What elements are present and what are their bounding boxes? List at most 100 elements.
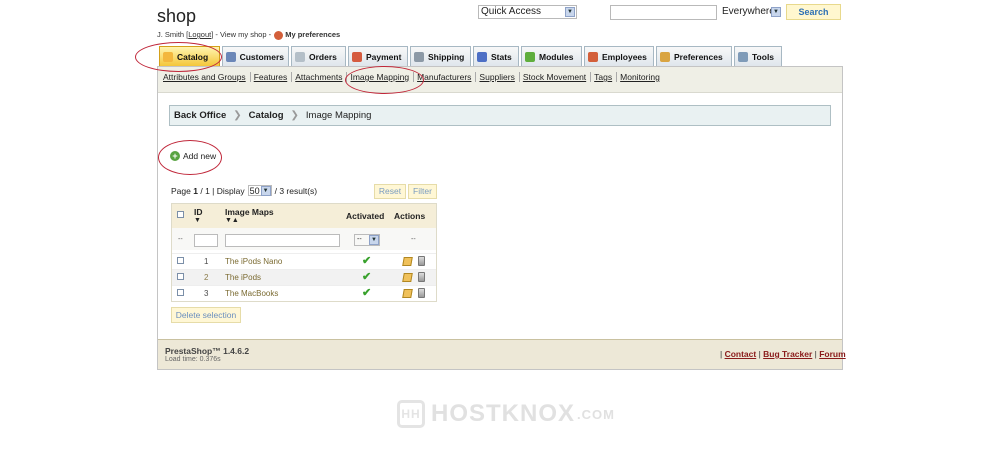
tab-label: Preferences: [674, 51, 723, 62]
submenu-features[interactable]: Features: [254, 72, 293, 82]
submenu-suppliers[interactable]: Suppliers: [479, 72, 520, 82]
sort-desc-icon[interactable]: ▼: [194, 217, 201, 224]
main-tabs: Catalog Customers Orders Payment Shippin…: [159, 46, 784, 66]
forum-link[interactable]: Forum: [819, 349, 845, 359]
stats-icon: [477, 51, 487, 62]
tab-preferences[interactable]: Preferences: [656, 46, 732, 66]
my-preferences-link[interactable]: My preferences: [285, 30, 340, 39]
payment-icon: [352, 51, 362, 62]
column-activated: Activated: [346, 211, 385, 221]
row-checkbox[interactable]: [177, 273, 184, 280]
tab-label: Orders: [309, 51, 337, 62]
page-label: Page: [171, 185, 191, 196]
edit-icon[interactable]: [402, 289, 413, 298]
delete-icon[interactable]: [418, 256, 425, 266]
check-icon[interactable]: ✔: [362, 286, 371, 299]
tab-label: Shipping: [428, 51, 465, 62]
check-icon[interactable]: ✔: [362, 254, 371, 267]
page-current: 1: [193, 185, 198, 196]
filter-button[interactable]: Filter: [408, 184, 437, 199]
delete-icon[interactable]: [418, 272, 425, 282]
results-count: / 3 result(s): [274, 185, 318, 196]
tab-stats[interactable]: Stats: [473, 46, 519, 66]
submenu-monitoring[interactable]: Monitoring: [620, 72, 664, 82]
tab-customers[interactable]: Customers: [222, 46, 289, 66]
submenu-attributes-groups[interactable]: Attributes and Groups: [163, 72, 251, 82]
submenu-tags[interactable]: Tags: [594, 72, 618, 82]
tab-payment[interactable]: Payment: [348, 46, 408, 66]
edit-icon[interactable]: [402, 257, 413, 266]
employees-icon: [588, 51, 598, 62]
submenu-attachments[interactable]: Attachments: [295, 72, 348, 82]
reset-button[interactable]: Reset: [374, 184, 406, 199]
puzzle-icon: [525, 51, 535, 62]
tab-orders[interactable]: Orders: [291, 46, 346, 66]
column-image-maps: Image Maps: [225, 207, 274, 217]
id-filter-input[interactable]: [194, 234, 218, 247]
load-time: Load time: 0.376s: [165, 356, 221, 363]
tools-icon: [738, 51, 748, 62]
tab-modules[interactable]: Modules: [521, 46, 582, 66]
search-input[interactable]: [610, 5, 717, 20]
per-page-select[interactable]: 50 ▼: [247, 185, 272, 196]
chevron-down-icon: ▼: [369, 235, 379, 245]
check-icon[interactable]: ✔: [362, 270, 371, 283]
shop-title: shop: [157, 6, 197, 26]
row-checkbox[interactable]: [177, 257, 184, 264]
chevron-right-icon: ❯: [290, 110, 299, 121]
tab-label: Stats: [491, 51, 512, 62]
bug-tracker-link[interactable]: Bug Tracker: [763, 349, 812, 359]
tab-employees[interactable]: Employees: [584, 46, 654, 66]
name-filter-input[interactable]: [225, 234, 340, 247]
display-label: Display: [216, 185, 245, 196]
row-name[interactable]: The iPods Nano: [225, 257, 282, 266]
quick-access-label: Quick Access: [481, 6, 542, 17]
row-id: 2: [204, 273, 209, 282]
row-name[interactable]: The iPods: [225, 273, 261, 282]
logout-link[interactable]: Logout: [188, 30, 211, 39]
tab-shipping[interactable]: Shipping: [410, 46, 471, 66]
submenu-manufacturers[interactable]: Manufacturers: [417, 72, 477, 82]
submenu-stock-movement[interactable]: Stock Movement: [523, 72, 592, 82]
quick-access-select[interactable]: Quick Access ▼: [478, 5, 577, 19]
table-row: [172, 285, 436, 301]
breadcrumb-current: Image Mapping: [305, 110, 372, 121]
column-id: ID: [194, 207, 203, 217]
breadcrumb: Back Office ❯ Catalog ❯ Image Mapping: [169, 105, 831, 126]
annotation-circle-add-new: [158, 140, 222, 175]
truck-icon: [414, 51, 424, 62]
row-id: 3: [204, 289, 209, 298]
row-checkbox[interactable]: [177, 289, 184, 296]
select-all-checkbox[interactable]: [177, 211, 184, 218]
activated-filter-select[interactable]: -- ▼: [354, 234, 380, 246]
tab-label: Employees: [602, 51, 647, 62]
view-shop-link[interactable]: View my shop: [220, 30, 267, 39]
user-name: J. Smith: [157, 30, 185, 39]
delete-selection-button[interactable]: Delete selection: [171, 307, 241, 323]
search-button[interactable]: Search: [786, 4, 841, 20]
delete-icon[interactable]: [418, 288, 425, 298]
watermark-suffix: .COM: [577, 406, 615, 422]
breadcrumb-root[interactable]: Back Office: [174, 110, 226, 121]
edit-icon[interactable]: [402, 273, 413, 282]
search-scope-select[interactable]: Everywhere ▼: [719, 5, 783, 19]
actions-filter-marker: --: [411, 236, 416, 243]
preferences-icon: [274, 30, 284, 40]
tab-label: Customers: [239, 51, 284, 62]
watermark-name: HOSTKNOX: [431, 400, 576, 427]
tab-label: Tools: [752, 51, 775, 62]
column-actions: Actions: [394, 211, 426, 221]
search-scope-label: Everywhere: [722, 6, 775, 17]
breadcrumb-section[interactable]: Catalog: [249, 110, 284, 121]
user-line: J. Smith [Logout] - View my shop - My pr…: [157, 30, 341, 40]
contact-link[interactable]: Contact: [725, 349, 757, 359]
tab-tools[interactable]: Tools: [734, 46, 782, 66]
orders-icon: [295, 51, 305, 62]
preferences-icon: [660, 51, 670, 62]
pagination: Page 1 / 1 | Display 50 ▼ / 3 result(s): [171, 185, 318, 196]
hostknox-logo-icon: HH: [397, 400, 425, 428]
chevron-down-icon: ▼: [260, 186, 271, 196]
sort-icons[interactable]: ▼▲: [225, 217, 239, 224]
row-name[interactable]: The MacBooks: [225, 289, 278, 298]
per-page-value: 50: [249, 186, 260, 196]
